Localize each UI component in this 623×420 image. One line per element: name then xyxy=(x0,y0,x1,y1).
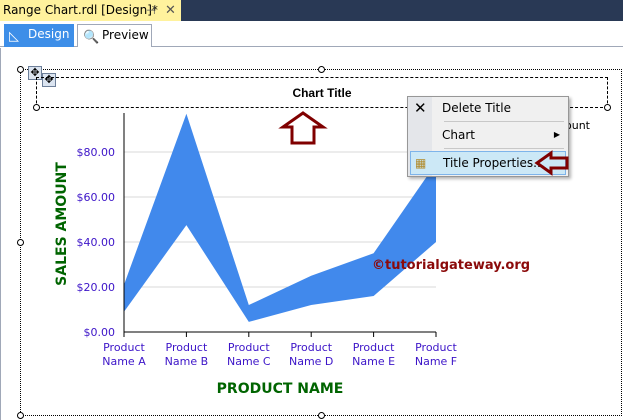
y-tick-label: $80.00 xyxy=(77,146,116,159)
x-tick-label: Product xyxy=(166,341,208,354)
x-tick-label: Product xyxy=(353,341,395,354)
context-menu: ✕ Delete Title Chart ▶ ▦ Title Properties..… xyxy=(407,96,569,177)
y-tick-label: $40.00 xyxy=(77,236,116,249)
close-icon: ✕ xyxy=(414,99,427,117)
menu-item-title-properties[interactable]: ▦ Title Properties... xyxy=(410,151,566,175)
x-tick-label: Product xyxy=(103,341,145,354)
x-tick-label: Name B xyxy=(165,355,209,368)
x-tick-label: Name D xyxy=(289,355,333,368)
submenu-arrow-icon: ▶ xyxy=(553,130,560,139)
menu-separator xyxy=(444,148,564,149)
x-tick-label: Product xyxy=(290,341,332,354)
watermark: ©tutorialgateway.org xyxy=(372,258,531,273)
x-axis-title: PRODUCT NAME xyxy=(217,381,344,397)
x-tick-label: Name C xyxy=(227,355,271,368)
x-tick-label: Name F xyxy=(415,355,457,368)
menu-label: Delete Title xyxy=(442,101,511,115)
y-axis-title: SALES AMOUNT xyxy=(54,162,70,286)
menu-separator xyxy=(444,121,564,122)
menu-label: Title Properties... xyxy=(443,156,545,170)
y-tick-label: $0.00 xyxy=(84,326,116,339)
properties-icon: ▦ xyxy=(415,156,427,170)
menu-item-delete-title[interactable]: ✕ Delete Title xyxy=(410,97,566,121)
range-area-series xyxy=(124,113,436,322)
menu-item-chart[interactable]: Chart ▶ xyxy=(410,124,566,148)
chart-plot: $0.00$20.00$40.00$60.00$80.00ProductName… xyxy=(54,113,458,397)
x-tick-label: Name E xyxy=(352,355,395,368)
x-tick-label: Product xyxy=(228,341,270,354)
menu-label: Chart xyxy=(442,128,475,142)
y-tick-label: $20.00 xyxy=(77,281,116,294)
x-tick-label: Product xyxy=(415,341,457,354)
x-tick-label: Name A xyxy=(102,355,146,368)
y-tick-label: $60.00 xyxy=(77,191,116,204)
